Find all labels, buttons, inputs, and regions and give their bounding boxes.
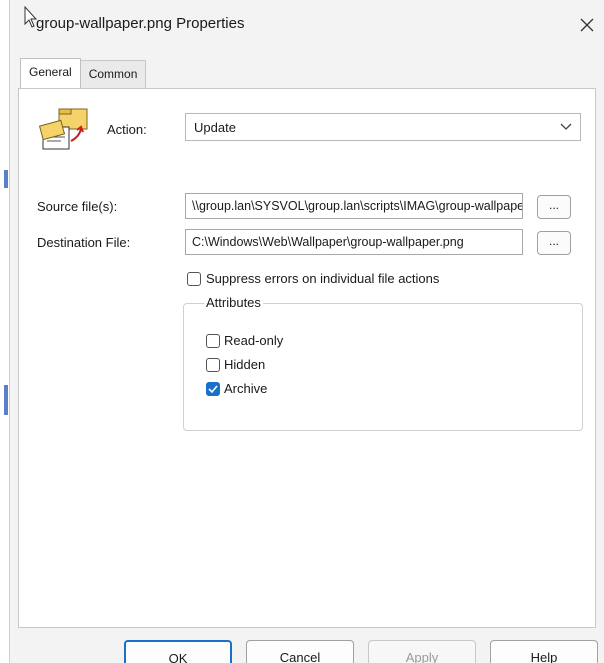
help-button[interactable]: Help [490,640,598,663]
properties-dialog: group-wallpaper.png Properties General C… [0,0,604,663]
window-title: group-wallpaper.png Properties [36,15,245,32]
source-files-label: Source file(s): [37,199,118,214]
dialog-buttons: OK Cancel Apply Help [0,640,604,663]
close-button[interactable] [570,8,604,42]
checkmark-icon [208,385,218,394]
destination-file-label: Destination File: [37,235,131,250]
title-bar[interactable]: group-wallpaper.png Properties [10,0,604,50]
general-tab-panel: Action: Update Source file(s): \\group.l… [18,88,596,628]
archive-label: Archive [224,381,268,396]
suppress-errors-label: Suppress errors on individual file actio… [206,271,440,286]
read-only-checkbox[interactable] [206,334,220,348]
hidden-label: Hidden [224,357,266,372]
folder-copy-icon [38,108,88,150]
close-icon [580,18,594,32]
background-accent-mark [4,170,8,188]
archive-checkbox[interactable] [206,382,220,396]
read-only-label: Read-only [224,333,284,348]
background-accent-mark [4,385,8,415]
source-browse-button[interactable]: ... [537,195,571,219]
tab-general[interactable]: General [20,58,81,88]
background-window-edge [0,0,10,663]
action-dropdown[interactable]: Update [185,113,581,141]
action-dropdown-value: Update [194,120,236,135]
apply-button[interactable]: Apply [368,640,476,663]
tab-strip: General Common [20,58,147,88]
tab-common[interactable]: Common [79,60,147,88]
ok-button[interactable]: OK [124,640,232,663]
chevron-down-icon [560,123,572,130]
cancel-button[interactable]: Cancel [246,640,354,663]
attributes-group-title: Attributes [204,295,263,310]
destination-browse-button[interactable]: ... [537,231,571,255]
attributes-group: Attributes Read-only Hidden Archive [183,295,583,431]
source-files-input[interactable]: \\group.lan\SYSVOL\group.lan\scripts\IMA… [185,193,523,219]
hidden-checkbox[interactable] [206,358,220,372]
suppress-errors-checkbox[interactable] [187,272,201,286]
destination-file-input[interactable]: C:\Windows\Web\Wallpaper\group-wallpaper… [185,229,523,255]
action-label: Action: [107,122,147,137]
